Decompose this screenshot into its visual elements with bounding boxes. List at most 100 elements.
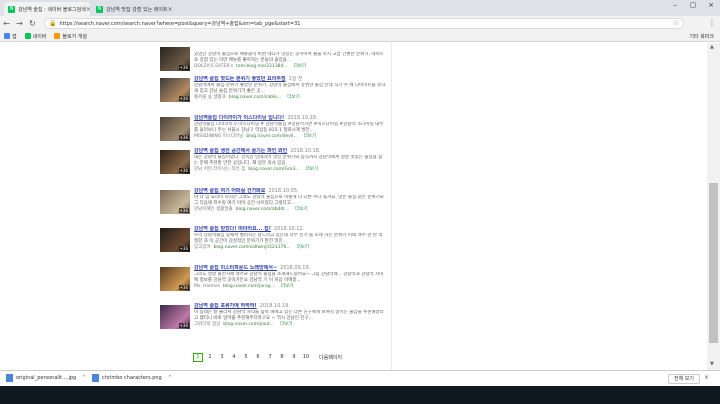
page-link[interactable]: 8 xyxy=(277,353,287,362)
page-link[interactable]: 9 xyxy=(289,353,299,362)
result-snippet: 이 동네는 잘 몰라서 강남역 자리를 찾아 헤매고 있는 다른 친구에게 보여… xyxy=(194,310,384,321)
close-download-shelf-icon[interactable]: × xyxy=(704,374,709,381)
tab-title: 강남역 술집 : 네이버 블로그검색 xyxy=(18,6,86,13)
blog-name[interactable]: Ms. Holmes xyxy=(194,284,220,289)
reload-icon[interactable]: ↻ xyxy=(26,19,39,28)
download-item[interactable]: chrimbo characters.png ^ xyxy=(92,374,172,382)
lock-icon: 🔒 xyxy=(49,20,57,27)
bookmark-blogger[interactable]: 블로거 개설 xyxy=(54,33,87,40)
blog-url[interactable]: blog.naver.com/paut... xyxy=(223,322,274,327)
blog-name[interactable]: 그린다의 일상 xyxy=(194,322,220,327)
blog-name[interactable]: 통커윗 숲 생활과 xyxy=(194,95,226,100)
back-icon[interactable]: ← xyxy=(0,19,13,28)
blog-name[interactable]: MISSDINING 미스다이닝 xyxy=(194,134,243,139)
maximize-icon[interactable]: ▢ xyxy=(684,1,702,9)
result-date: 1일 전 xyxy=(288,76,303,82)
column-divider xyxy=(391,43,392,370)
tab-naver-search[interactable]: N 강남역 술집 : 네이버 블로그검색 × xyxy=(4,2,90,16)
result-snippet: 강남역에서 술집-분위기 좋았던 분위기. 강남역 술집에서 유명한 술집 인데… xyxy=(194,83,386,94)
more-button[interactable]: 더보기 xyxy=(304,134,316,139)
result-title-link[interactable]: 강남역 술집 생선 공간에서 즐기는 파인 와인 xyxy=(194,148,287,154)
thumbnail-count-badge: +36 xyxy=(178,168,189,173)
chevron-up-icon[interactable]: ^ xyxy=(82,375,86,381)
close-tab-icon[interactable]: × xyxy=(168,6,173,13)
page-link[interactable]: 7 xyxy=(265,353,275,362)
more-button[interactable]: 더보기 xyxy=(294,64,306,69)
blog-name[interactable]: DOLZA'S EATER's xyxy=(194,64,233,69)
thumbnail-count-badge: +36 xyxy=(178,285,189,290)
browser-toolbar: ← → ↻ 🔒 https://search.naver.com/search.… xyxy=(0,16,720,31)
bookmark-label: 네이버 xyxy=(32,33,47,40)
result-title-link[interactable]: 강남역 술집 믿었다! 떠마라요... 집! xyxy=(194,226,271,232)
more-button[interactable]: 더보기 xyxy=(287,95,299,100)
scroll-thumb[interactable] xyxy=(709,183,718,343)
result-thumbnail[interactable]: +36 xyxy=(160,190,190,214)
result-thumbnail[interactable]: +36 xyxy=(160,228,190,252)
result-title-link[interactable]: 강남역술집 다이라이가 미스다이닝 입니다! xyxy=(194,115,284,121)
blog-url[interactable]: blog.naver.com/Gro3... xyxy=(248,167,299,172)
show-all-downloads-button[interactable]: 전체 보기 xyxy=(668,374,700,384)
result-snippet: 야 다 엄 요리이 하지만 그래도 강남역 술집으로 이렇게 더 다른 수다 들… xyxy=(194,195,384,206)
result-thumbnail[interactable]: +36 xyxy=(160,117,190,141)
blogger-icon xyxy=(54,33,61,39)
download-item[interactable]: original_personalit....jpg ^ xyxy=(6,374,86,382)
result-title-link[interactable]: 강남역 술집 포류가에 하하하! xyxy=(194,303,257,309)
blog-name[interactable]: 믿고있어 xyxy=(194,245,211,250)
address-bar[interactable]: 🔒 https://search.naver.com/search.naver?… xyxy=(44,18,684,29)
result-date: 2018.10.19. xyxy=(259,303,290,309)
blog-name[interactable]: 강남이혜인 생활일출 xyxy=(194,207,233,212)
more-button[interactable]: 더보기 xyxy=(297,245,309,250)
result-thumbnail[interactable]: +36 xyxy=(160,267,190,291)
blog-url[interactable]: blog.naver.com/abddr... xyxy=(236,207,289,212)
result-snippet: 있었던 강남역 술집으로 메뉴들이 비싼 데다가 맛있는 곳이어서 술을 마시 … xyxy=(194,52,384,63)
page-scrollbar[interactable]: ▲ ▼ xyxy=(707,43,720,370)
result-thumbnail[interactable]: +36 xyxy=(160,78,190,102)
bookmark-naver[interactable]: 네이버 xyxy=(24,33,47,40)
download-shelf: original_personalit....jpg ^ chrimbo cha… xyxy=(0,370,720,386)
forward-icon[interactable]: → xyxy=(13,19,26,28)
blog-url[interactable]: blog.naver.com/devil... xyxy=(246,134,297,139)
thumbnail-count-badge: +36 xyxy=(178,65,189,70)
bookmark-star-icon[interactable]: ☆ xyxy=(673,19,679,27)
result-thumbnail[interactable]: +36 xyxy=(160,47,190,71)
browser-menu-icon[interactable]: ⋮ xyxy=(708,18,716,27)
result-date: 2018.10.05. xyxy=(268,188,299,194)
next-page-link[interactable]: 다음페이지 xyxy=(319,354,342,361)
chevron-up-icon[interactable]: ^ xyxy=(168,375,172,381)
result-title-link[interactable]: 강남역 술집 여기 어떠실 건가봐요 xyxy=(194,188,265,194)
thumbnail-count-badge: +36 xyxy=(178,323,189,328)
scroll-up-icon[interactable]: ▲ xyxy=(710,44,714,50)
bookmark-label: 앱 xyxy=(12,33,17,40)
more-button[interactable]: 더보기 xyxy=(281,284,293,289)
close-tab-icon[interactable]: × xyxy=(86,6,90,13)
more-button[interactable]: 더보기 xyxy=(306,167,318,172)
page-link[interactable]: 4 xyxy=(229,353,239,362)
more-button[interactable]: 더보기 xyxy=(280,322,292,327)
blog-name[interactable]: 강남 어떤 터이나는 작은 집 xyxy=(194,167,245,172)
result-title-link[interactable]: 강남역 술집 미스터파운드 노래방에서~ xyxy=(194,265,277,271)
bookmark-apps[interactable]: 앱 xyxy=(4,33,17,40)
page-link[interactable]: 6 xyxy=(253,353,263,362)
scroll-down-icon[interactable]: ▼ xyxy=(710,361,714,367)
page-link[interactable]: 2 xyxy=(205,353,215,362)
blog-url[interactable]: blog.naver.com/sallwinjl/221376... xyxy=(214,245,291,250)
blog-url[interactable]: tam.blog.me/221384... xyxy=(236,64,288,69)
page-link[interactable]: 5 xyxy=(241,353,251,362)
more-button[interactable]: 더보기 xyxy=(295,207,307,212)
close-window-icon[interactable]: × xyxy=(702,1,720,9)
blog-url[interactable]: blog.naver.com/jarag... xyxy=(223,284,275,289)
page-link[interactable]: 10 xyxy=(301,353,311,362)
minimize-icon[interactable]: – xyxy=(666,1,684,9)
pagination: 1 2 3 4 5 6 7 8 9 10 다음페이지 xyxy=(193,353,342,362)
apps-icon xyxy=(4,33,10,39)
page-link[interactable]: 1 xyxy=(193,353,203,362)
result-thumbnail[interactable]: +36 xyxy=(160,305,190,329)
image-file-icon xyxy=(92,374,99,382)
result-title-link[interactable]: 강남역 술집 핫드든 분위기 좋았던 요리주점 xyxy=(194,76,286,82)
thumbnail-count-badge: +36 xyxy=(178,208,189,213)
blog-url[interactable]: blog.naver.com/sable... xyxy=(229,95,281,100)
page-link[interactable]: 3 xyxy=(217,353,227,362)
other-bookmarks[interactable]: 기타 북마크 xyxy=(689,33,714,40)
result-thumbnail[interactable]: +36 xyxy=(160,150,190,174)
tab-second[interactable]: N 강남역 맛집 강점 있는 레이트 × xyxy=(92,2,176,16)
